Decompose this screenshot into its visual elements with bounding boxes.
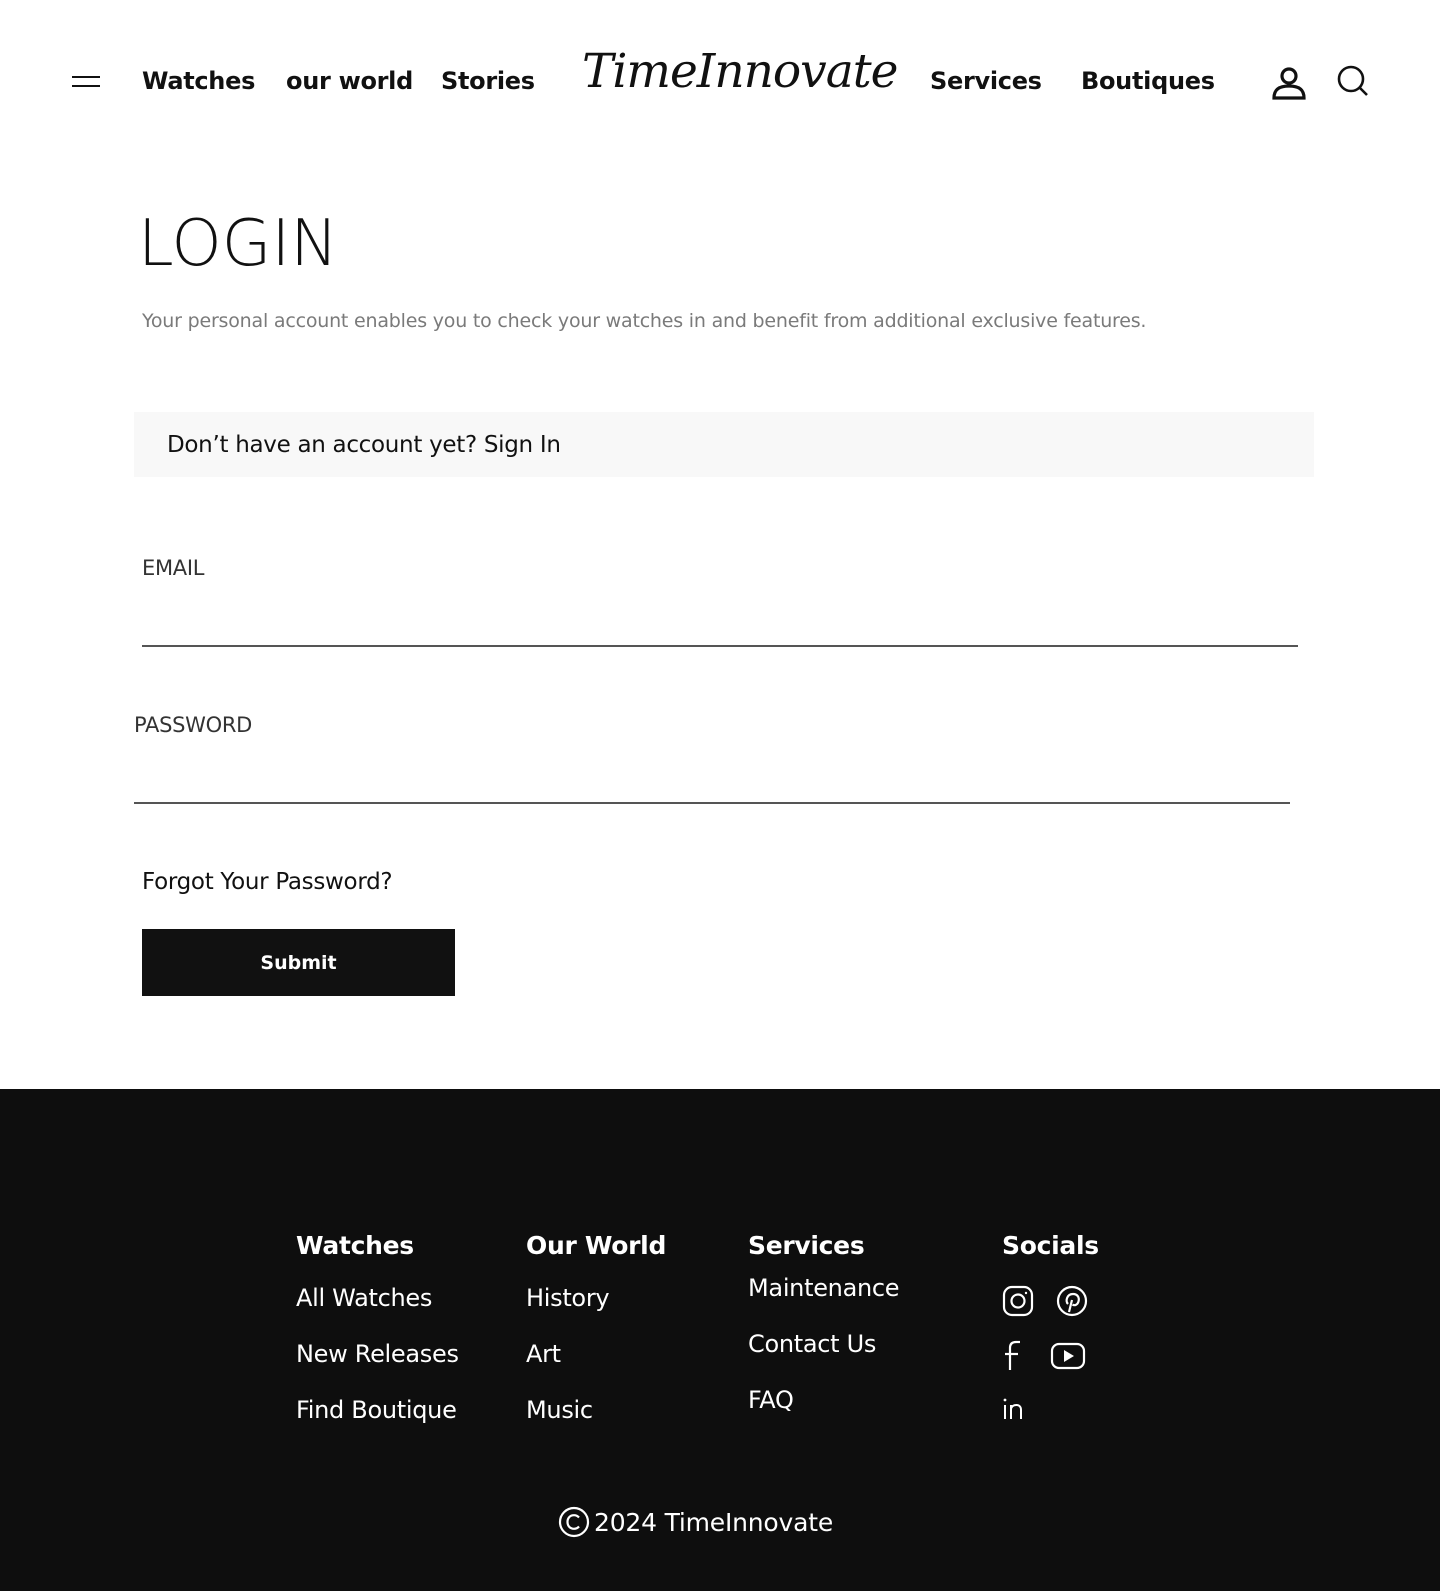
menu-icon[interactable] — [72, 74, 100, 92]
footer-link-music[interactable]: Music — [526, 1396, 593, 1424]
copyright-icon — [558, 1506, 590, 1538]
facebook-icon[interactable] — [1002, 1340, 1024, 1372]
password-field[interactable] — [134, 764, 1290, 804]
instagram-icon[interactable] — [1002, 1285, 1034, 1317]
nav-services[interactable]: Services — [930, 67, 1042, 95]
footer-title-services: Services — [748, 1231, 865, 1260]
submit-button[interactable]: Submit — [142, 929, 455, 996]
email-label: EMAIL — [142, 556, 205, 580]
nav-stories[interactable]: Stories — [441, 67, 535, 95]
copyright-text: 2024 TimeInnovate — [594, 1507, 834, 1537]
footer-link-art[interactable]: Art — [526, 1340, 561, 1368]
footer-link-new-releases[interactable]: New Releases — [296, 1340, 459, 1368]
linkedin-icon[interactable] — [1002, 1397, 1026, 1421]
footer-link-faq[interactable]: FAQ — [748, 1386, 794, 1414]
nav-our-world[interactable]: our world — [286, 67, 413, 95]
nav-watches[interactable]: Watches — [142, 67, 255, 95]
site-footer: Watches All Watches New Releases Find Bo… — [0, 1089, 1440, 1591]
sign-in-link[interactable]: Don’t have an account yet? Sign In — [167, 432, 561, 458]
youtube-icon[interactable] — [1050, 1342, 1086, 1370]
nav-boutiques[interactable]: Boutiques — [1081, 67, 1215, 95]
footer-title-watches: Watches — [296, 1231, 414, 1260]
email-field[interactable] — [142, 607, 1298, 647]
footer-link-all-watches[interactable]: All Watches — [296, 1284, 432, 1312]
pinterest-icon[interactable] — [1056, 1285, 1088, 1317]
copyright: 2024 TimeInnovate — [558, 1506, 833, 1538]
footer-title-socials: Socials — [1002, 1231, 1099, 1260]
footer-link-history[interactable]: History — [526, 1284, 610, 1312]
password-label: PASSWORD — [134, 713, 253, 737]
site-header: Watches our world Stories TimeInnovate S… — [0, 0, 1440, 170]
search-icon[interactable] — [1336, 64, 1370, 98]
footer-link-contact-us[interactable]: Contact Us — [748, 1330, 876, 1358]
page-title: LOGIN — [138, 207, 339, 281]
intro-text: Your personal account enables you to che… — [142, 310, 1147, 332]
footer-title-our-world: Our World — [526, 1231, 667, 1260]
footer-link-find-boutique[interactable]: Find Boutique — [296, 1396, 457, 1424]
signup-banner: Don’t have an account yet? Sign In — [134, 412, 1314, 477]
forgot-password-link[interactable]: Forgot Your Password? — [142, 869, 393, 895]
footer-link-maintenance[interactable]: Maintenance — [748, 1274, 900, 1302]
user-icon[interactable] — [1270, 64, 1308, 102]
site-logo[interactable]: TimeInnovate — [582, 44, 898, 99]
